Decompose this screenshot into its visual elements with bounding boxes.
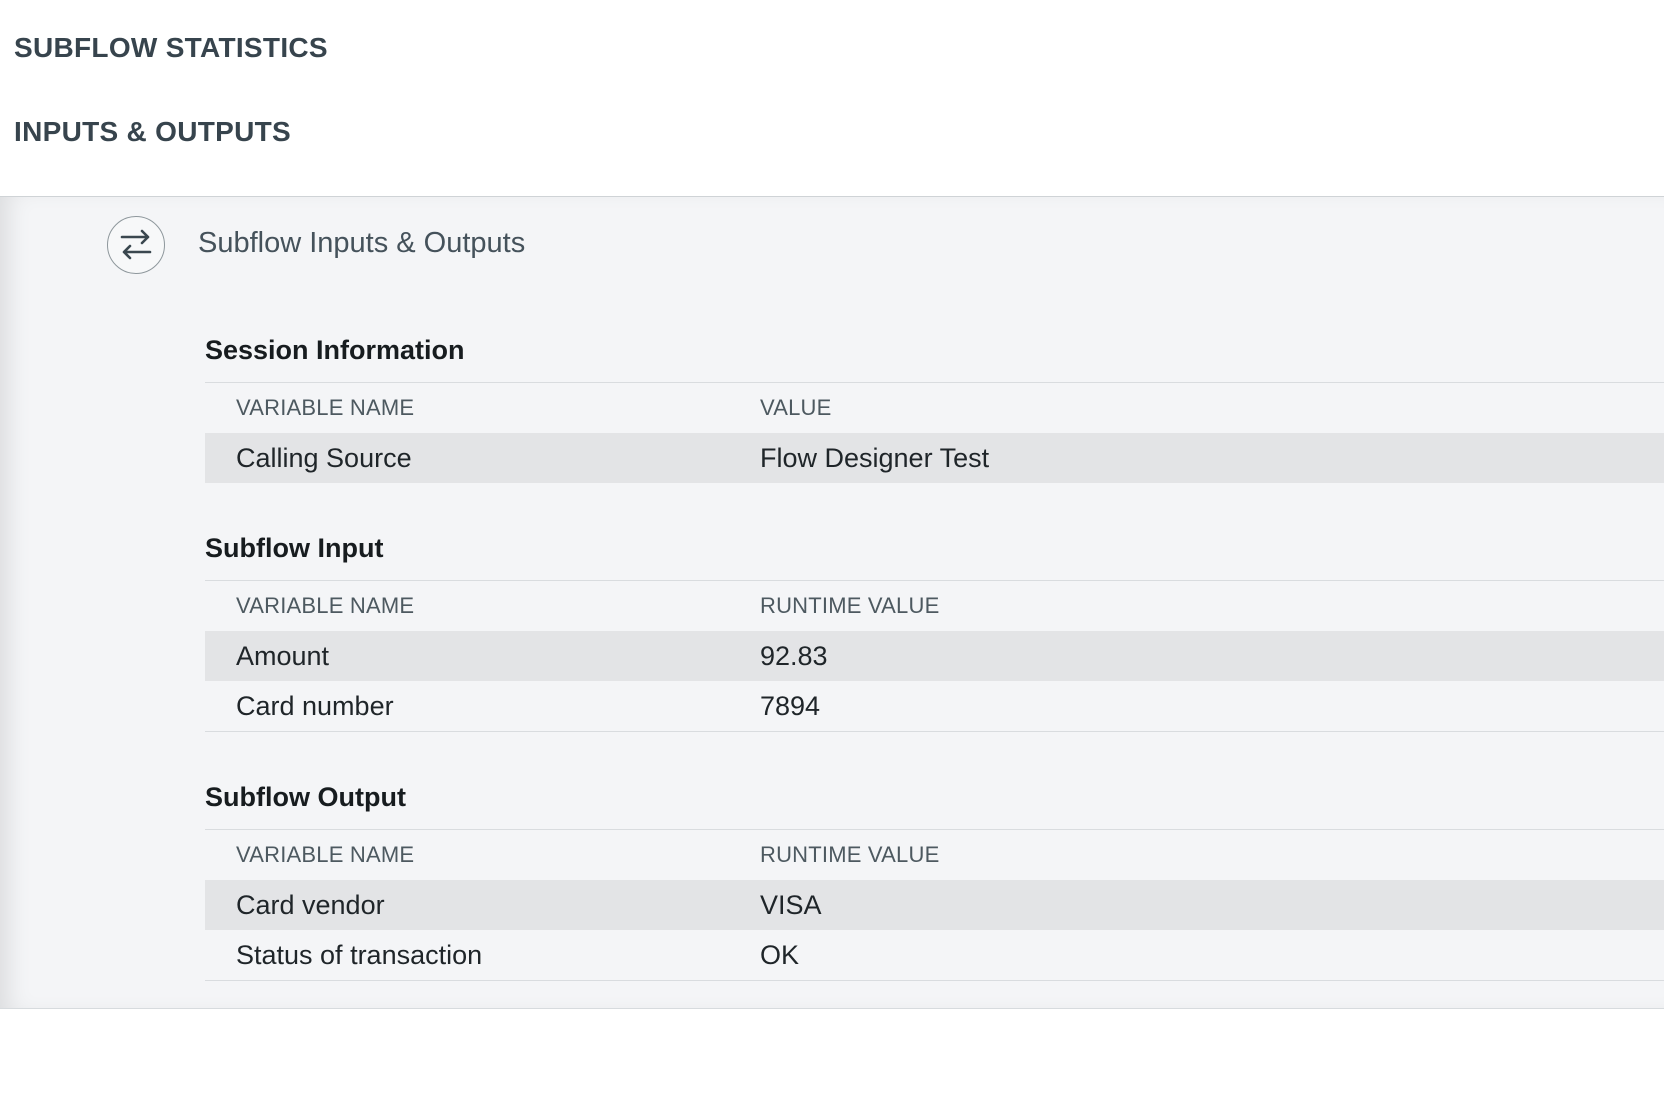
variable-value-cell: OK: [760, 939, 800, 970]
session-information-table: VARIABLE NAME VALUE Calling Source Flow …: [205, 382, 1664, 483]
subflow-input-table: VARIABLE NAME RUNTIME VALUE Amount 92.83…: [205, 580, 1664, 732]
inputs-outputs-heading[interactable]: INPUTS & OUTPUTS: [14, 116, 291, 148]
table-row: Calling Source Flow Designer Test: [205, 433, 1664, 483]
subflow-input-title: Subflow Input: [205, 533, 384, 563]
column-header-value: VALUE: [760, 395, 832, 420]
column-header-runtime-value: RUNTIME VALUE: [760, 593, 940, 618]
variable-value-cell: Flow Designer Test: [760, 442, 990, 473]
table-header: VARIABLE NAME VALUE: [205, 383, 1664, 433]
column-header-variable-name: VARIABLE NAME: [236, 395, 415, 420]
panel-title: Subflow Inputs & Outputs: [198, 227, 526, 259]
session-information-group: Session Information VARIABLE NAME VALUE …: [205, 330, 1664, 483]
table-header: VARIABLE NAME RUNTIME VALUE: [205, 830, 1664, 880]
variable-name-cell: Status of transaction: [236, 939, 483, 970]
variable-name-cell: Card vendor: [236, 889, 385, 920]
variable-name-cell: Card number: [236, 690, 394, 721]
subflow-output-group: Subflow Output VARIABLE NAME RUNTIME VAL…: [205, 777, 1664, 981]
session-information-title: Session Information: [205, 335, 465, 365]
variable-value-cell: VISA: [760, 889, 822, 920]
variable-name-cell: Calling Source: [236, 442, 412, 473]
inputs-outputs-panel: Subflow Inputs & Outputs Session Informa…: [0, 196, 1664, 1009]
subflow-input-group: Subflow Input VARIABLE NAME RUNTIME VALU…: [205, 528, 1664, 732]
table-row: Card number 7894: [205, 681, 1664, 732]
swap-arrows-icon: [107, 216, 165, 274]
table-row: Status of transaction OK: [205, 930, 1664, 981]
variable-name-cell: Amount: [236, 640, 330, 671]
column-header-variable-name: VARIABLE NAME: [236, 593, 415, 618]
variable-value-cell: 7894: [760, 690, 821, 721]
subflow-output-title: Subflow Output: [205, 782, 406, 812]
table-header: VARIABLE NAME RUNTIME VALUE: [205, 581, 1664, 631]
column-header-runtime-value: RUNTIME VALUE: [760, 842, 940, 867]
table-row: Amount 92.83: [205, 631, 1664, 681]
variable-value-cell: 92.83: [760, 640, 828, 671]
column-header-variable-name: VARIABLE NAME: [236, 842, 415, 867]
table-row: Card vendor VISA: [205, 880, 1664, 930]
subflow-output-table: VARIABLE NAME RUNTIME VALUE Card vendor …: [205, 829, 1664, 981]
subflow-statistics-heading[interactable]: SUBFLOW STATISTICS: [14, 32, 328, 64]
